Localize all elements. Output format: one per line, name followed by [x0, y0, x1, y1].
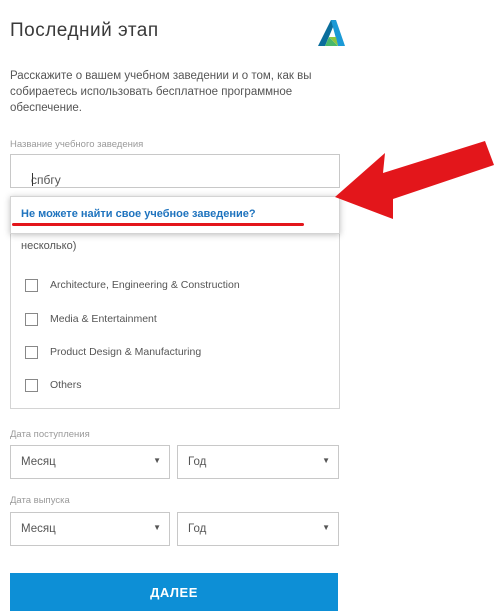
chevron-down-icon: ▼	[322, 523, 330, 532]
checkbox[interactable]	[25, 378, 38, 392]
graduation-label: Дата выпуска	[10, 495, 70, 506]
chevron-down-icon: ▼	[153, 523, 161, 532]
option-aec[interactable]: Architecture, Engineering & Construction	[25, 276, 240, 294]
select-value: Месяц	[21, 523, 56, 535]
checkbox[interactable]	[25, 312, 38, 326]
graduation-year-select[interactable]: Год ▼	[177, 512, 339, 546]
chevron-down-icon: ▼	[153, 456, 161, 465]
option-others[interactable]: Others	[25, 376, 82, 394]
select-value: Год	[188, 523, 207, 535]
select-value: Месяц	[21, 456, 56, 468]
school-input-value: спбгу	[31, 173, 61, 187]
annotation-arrow-icon	[335, 141, 494, 219]
usage-header: несколько)	[21, 240, 77, 252]
text-caret	[32, 173, 33, 186]
option-label: Others	[50, 379, 82, 391]
enrollment-label: Дата поступления	[10, 429, 90, 440]
enrollment-year-select[interactable]: Год ▼	[177, 445, 339, 479]
option-label: Architecture, Engineering & Construction	[50, 279, 240, 291]
intro-text: Расскажите о вашем учебном заведении и о…	[10, 70, 312, 114]
checkbox[interactable]	[25, 278, 38, 292]
option-media[interactable]: Media & Entertainment	[25, 310, 157, 328]
school-suggestions-dropdown: Не можете найти свое учебное заведение?	[10, 196, 340, 234]
option-label: Product Design & Manufacturing	[50, 346, 202, 358]
autodesk-logo-icon	[318, 20, 345, 46]
annotation-underline	[12, 223, 304, 226]
graduation-month-select[interactable]: Месяц ▼	[10, 512, 170, 546]
page-title: Последний этап	[10, 20, 159, 41]
school-label: Название учебного заведения	[10, 139, 144, 150]
school-input[interactable]: спбгу	[10, 154, 340, 188]
enrollment-month-select[interactable]: Месяц ▼	[10, 445, 170, 479]
chevron-down-icon: ▼	[322, 456, 330, 465]
option-label: Media & Entertainment	[50, 313, 157, 325]
option-product-design[interactable]: Product Design & Manufacturing	[25, 343, 201, 361]
cant-find-school-link[interactable]: Не можете найти свое учебное заведение?	[21, 208, 256, 220]
next-button[interactable]: ДАЛЕЕ	[10, 573, 338, 611]
usage-group: несколько) Architecture, Engineering & C…	[10, 226, 340, 409]
select-value: Год	[188, 456, 207, 468]
checkbox[interactable]	[25, 345, 38, 359]
